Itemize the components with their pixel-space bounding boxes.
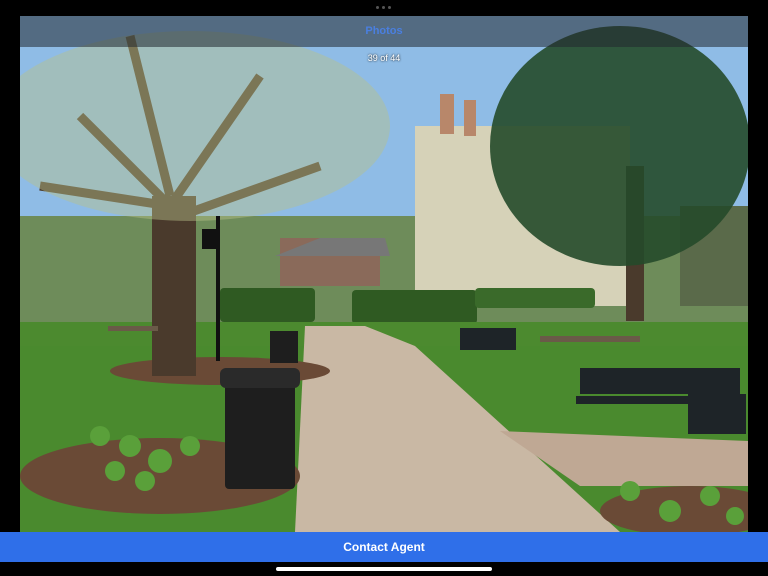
picnic-table — [540, 336, 640, 342]
trash-can-lid — [220, 368, 300, 388]
hedge — [475, 288, 595, 308]
property-photo[interactable]: Photos 39 of 44 — [20, 16, 748, 532]
park-bench — [460, 328, 516, 350]
contact-agent-button[interactable]: Contact Agent — [0, 532, 768, 562]
park-bench — [580, 368, 740, 394]
hedge — [220, 288, 315, 322]
photo-counter: 39 of 44 — [367, 53, 401, 63]
chimney — [464, 100, 476, 136]
photo-scene — [20, 16, 748, 532]
picnic-table — [108, 326, 158, 331]
trash-can — [270, 331, 298, 363]
photo-viewer-header: Photos — [20, 16, 748, 47]
viewer-title[interactable]: Photos — [20, 25, 748, 37]
top-status-bar — [0, 0, 768, 16]
home-bar — [0, 562, 768, 576]
home-indicator-icon[interactable] — [276, 567, 492, 571]
trash-can — [225, 381, 295, 489]
chimney — [440, 94, 454, 134]
park-bench — [688, 394, 746, 434]
sign — [202, 229, 220, 249]
tree-trunk — [152, 196, 196, 376]
multitasking-dots-icon[interactable] — [376, 6, 391, 9]
hedge — [352, 290, 477, 324]
